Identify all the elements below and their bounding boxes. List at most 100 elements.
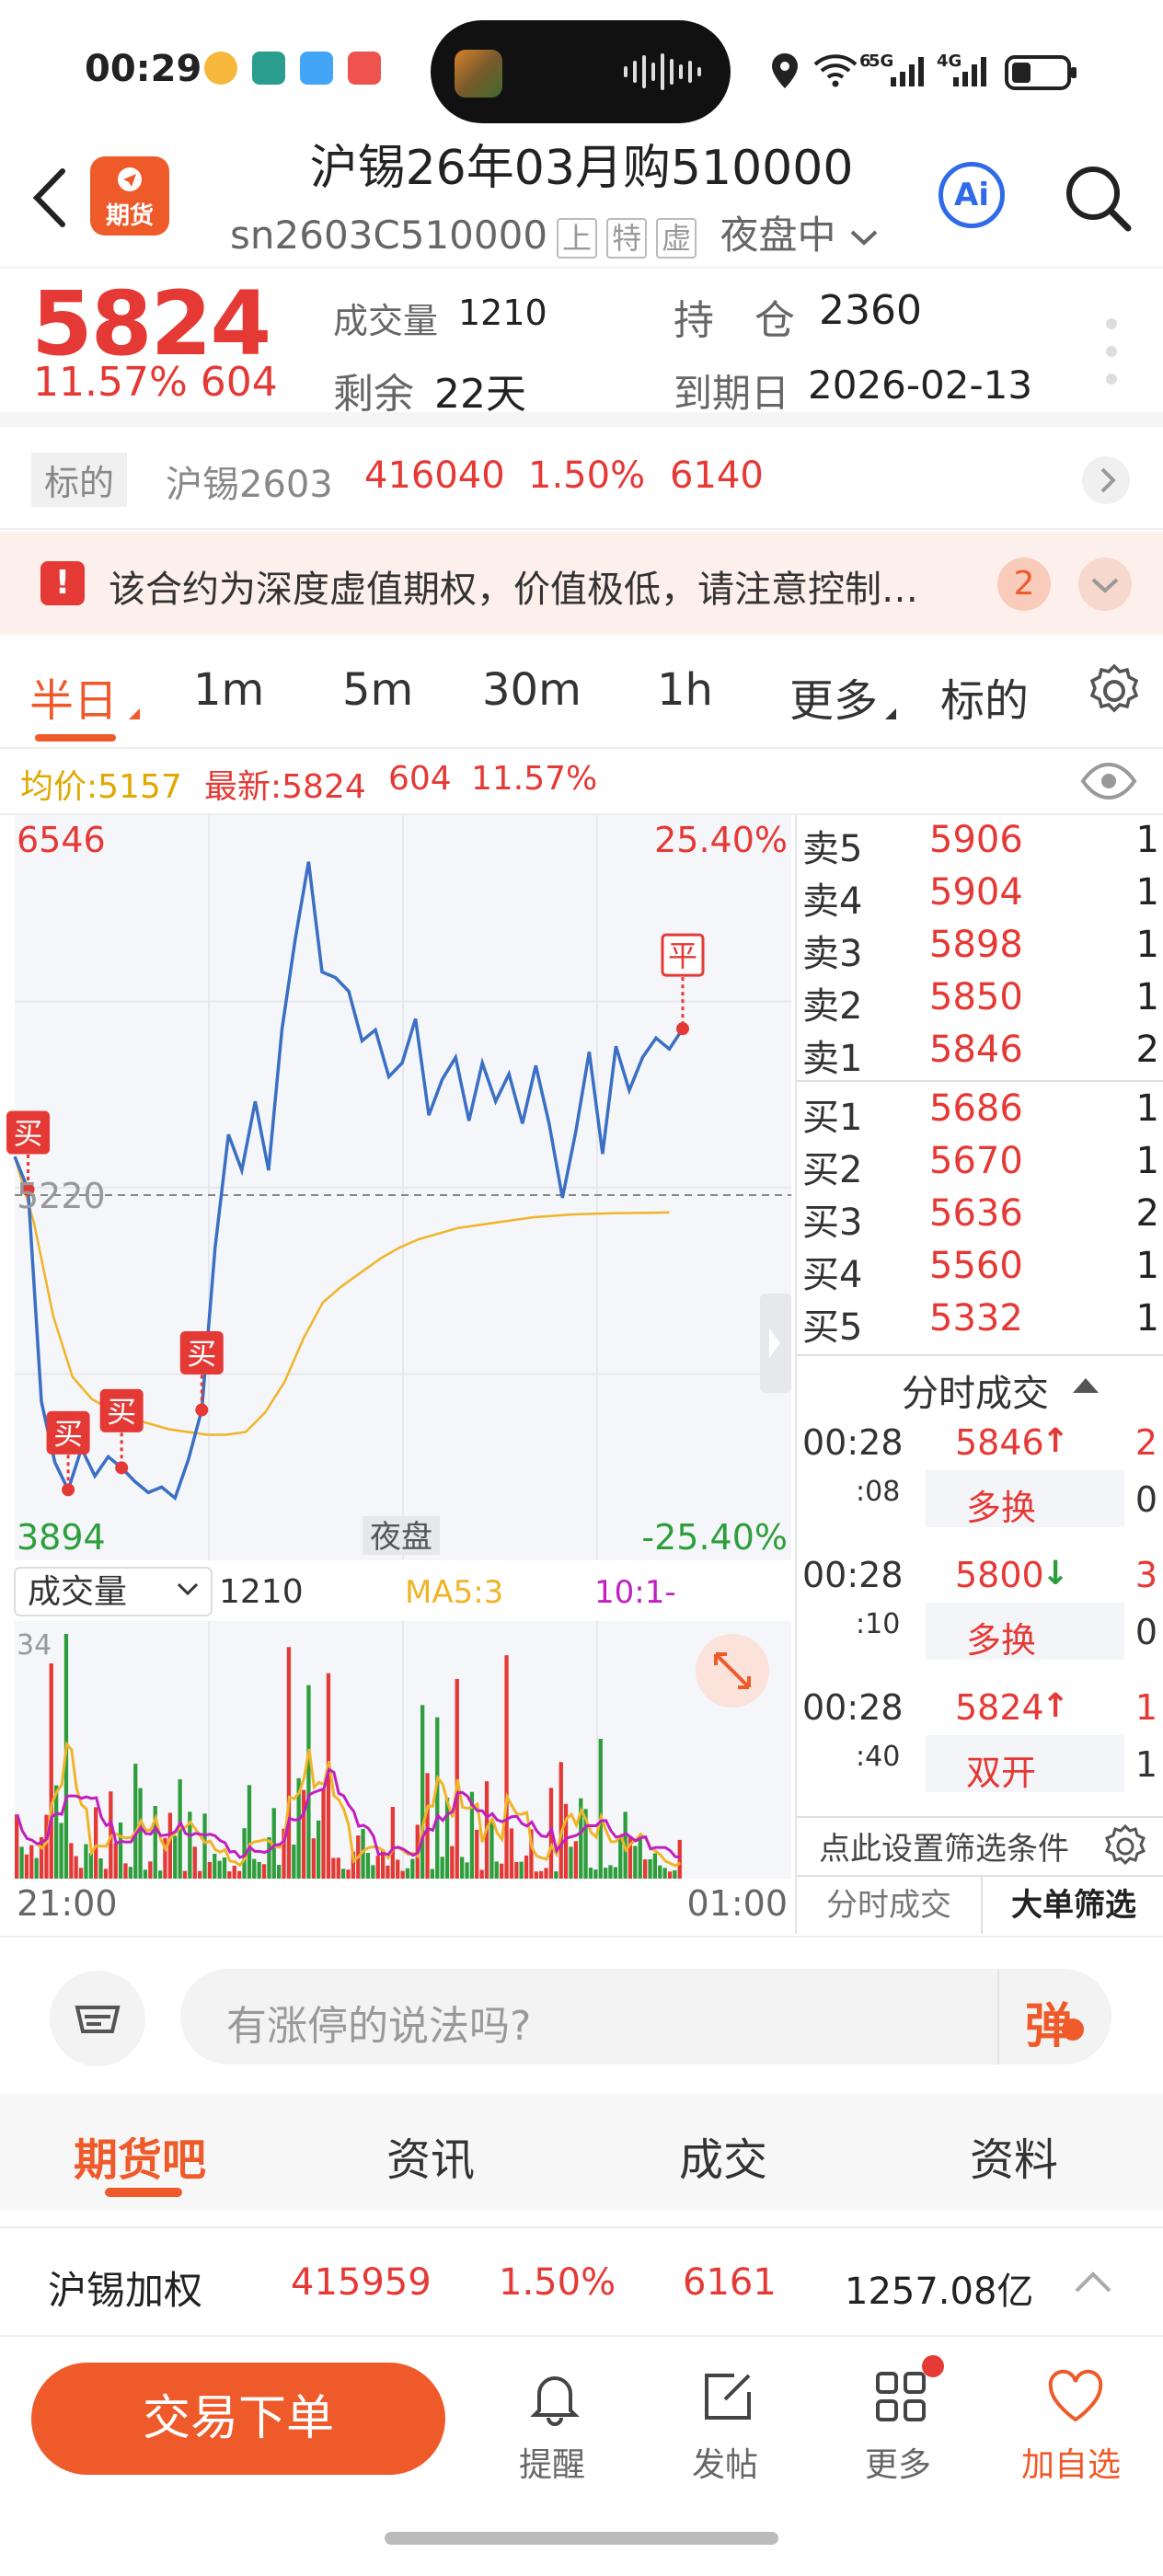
volume-bar	[371, 1865, 375, 1879]
volume-bar	[78, 1868, 84, 1879]
more-triangle	[885, 708, 896, 719]
ask-level: 卖2	[802, 985, 863, 1028]
session-status[interactable]: 夜盘中	[720, 213, 835, 258]
chevron-up-icon[interactable]	[1071, 2265, 1115, 2298]
tab-1m[interactable]: 1m	[193, 664, 264, 716]
home-indicator	[385, 2532, 778, 2545]
intraday-chart[interactable]: 买买买买平 6546 25.40% 5220 3894 -25.40% 夜盘 成…	[0, 815, 795, 1934]
volume-bar	[24, 1854, 29, 1879]
change-pct: 11.57%	[33, 359, 188, 406]
more-vertical-icon[interactable]	[1104, 315, 1119, 388]
expand-warning-button[interactable]	[1078, 558, 1132, 611]
gear-icon[interactable]	[1086, 662, 1143, 719]
volume-bar	[588, 1868, 593, 1879]
bid-volume: 2	[1135, 1192, 1159, 1235]
tab-1h[interactable]: 1h	[657, 664, 713, 716]
filter-gear-icon[interactable]	[1102, 1823, 1148, 1869]
index-price: 415959	[291, 2261, 432, 2304]
tick-direction: ↑	[1042, 1687, 1070, 1725]
tab-news[interactable]: 资讯	[386, 2123, 475, 2188]
trade-button[interactable]: 交易下单	[31, 2363, 445, 2475]
more-label[interactable]: 更多	[865, 2438, 931, 2486]
ask-row: 卖4 5904 1	[797, 871, 1163, 924]
marker-label: 平	[668, 938, 697, 973]
oi-label: 持 仓	[674, 297, 795, 344]
ticks-collapse-icon[interactable]	[1073, 1378, 1099, 1393]
volume-bar	[440, 1857, 444, 1879]
y-min-pct-label: -25.40%	[641, 1517, 788, 1558]
volume-bar	[652, 1853, 657, 1879]
tab-5m[interactable]: 5m	[342, 664, 413, 716]
book-divider	[797, 1080, 1163, 1082]
volume-bar	[331, 1857, 336, 1879]
bell-icon[interactable]	[524, 2366, 585, 2427]
marker-label: 买	[107, 1394, 136, 1429]
tab-profile[interactable]: 资料	[970, 2123, 1058, 2188]
tick-type-volume: 1	[1134, 1744, 1157, 1785]
tab-half-day[interactable]: 半日	[29, 664, 118, 729]
send-icon	[118, 167, 142, 191]
index-row[interactable]: 沪锡加权 415959 1.50% 6161 1257.08亿	[0, 2226, 1163, 2337]
volume-bar	[94, 1807, 98, 1879]
heart-icon[interactable]	[1045, 2366, 1106, 2427]
ask-volume: 1	[1135, 871, 1159, 914]
contract-title: 沪锡26年03月购510000	[309, 141, 854, 196]
volume-bar	[554, 1871, 558, 1879]
volume-bar	[173, 1835, 178, 1879]
tab-30m[interactable]: 30m	[482, 664, 582, 716]
volume-bar	[638, 1836, 642, 1879]
tick-type: 多换	[966, 1488, 1037, 1528]
oi-value: 2360	[819, 287, 922, 334]
y-ref-label: 5220	[17, 1176, 106, 1216]
latest-change: 604	[388, 760, 452, 798]
grid-more-icon[interactable]	[870, 2366, 931, 2427]
bid-volume: 1	[1135, 1140, 1159, 1182]
input-divider	[997, 1969, 999, 2064]
tick-seconds: :08	[856, 1476, 901, 1508]
volume-bar	[207, 1862, 212, 1879]
post-label[interactable]: 发帖	[692, 2438, 758, 2486]
tab-more[interactable]: 更多	[789, 664, 878, 729]
volume-bar	[49, 1663, 53, 1879]
ask-row: 卖5 5906 1	[797, 819, 1163, 871]
edit-icon[interactable]	[697, 2366, 758, 2427]
volume-bar	[519, 1861, 524, 1879]
intraday-chart-area[interactable]: 买买买买平 6546 25.40% 5220 3894 -25.40% 夜盘 成…	[0, 815, 795, 1934]
ticks-title[interactable]: 分时成交	[902, 1363, 1049, 1417]
search-icon[interactable]	[1064, 164, 1134, 234]
avg-price: 均价:5157	[20, 768, 182, 806]
volume-bar	[29, 1845, 34, 1879]
remain-value: 22天	[434, 371, 526, 418]
back-arrow-icon[interactable]	[28, 166, 74, 230]
futures-logo: 期货	[90, 156, 169, 236]
ai-button[interactable]: Ai	[938, 162, 1005, 228]
tab-big-orders[interactable]: 大单筛选	[981, 1877, 1163, 1934]
volume-bar	[593, 1869, 598, 1879]
location-icon	[772, 53, 798, 88]
filter-setting[interactable]: 点此设置筛选条件	[819, 1823, 1069, 1869]
remind-label[interactable]: 提醒	[519, 2438, 585, 2486]
eye-icon[interactable]	[1080, 762, 1137, 800]
tab-ticks[interactable]: 分时成交	[797, 1877, 981, 1934]
tab-trades[interactable]: 成交	[679, 2123, 767, 2188]
signal-5g-icon	[891, 57, 924, 86]
comment-input[interactable]: 有涨停的说法吗? 弹	[180, 1969, 1111, 2064]
warning-icon: !	[40, 561, 85, 605]
quick-reply-button[interactable]	[50, 1971, 145, 2066]
volume-bar	[34, 1857, 39, 1879]
chevron-right-icon[interactable]	[1082, 456, 1130, 504]
volume-bar	[167, 1812, 172, 1879]
volume-bar	[400, 1870, 405, 1879]
tab-underlying[interactable]: 标的	[940, 664, 1029, 729]
chevron-down-icon[interactable]	[848, 226, 880, 248]
watchlist-label[interactable]: 加自选	[1021, 2438, 1121, 2486]
volume-bar	[613, 1867, 617, 1879]
volume-bar	[455, 1678, 459, 1879]
volume-bar	[569, 1846, 573, 1879]
volume-bar	[435, 1717, 440, 1879]
tab-forum[interactable]: 期货吧	[74, 2123, 206, 2188]
volume-bar	[375, 1856, 380, 1879]
comment-placeholder: 有涨停的说法吗?	[226, 2003, 532, 2050]
expiry-value: 2026-02-13	[808, 362, 1033, 408]
volume-bar	[336, 1857, 340, 1879]
